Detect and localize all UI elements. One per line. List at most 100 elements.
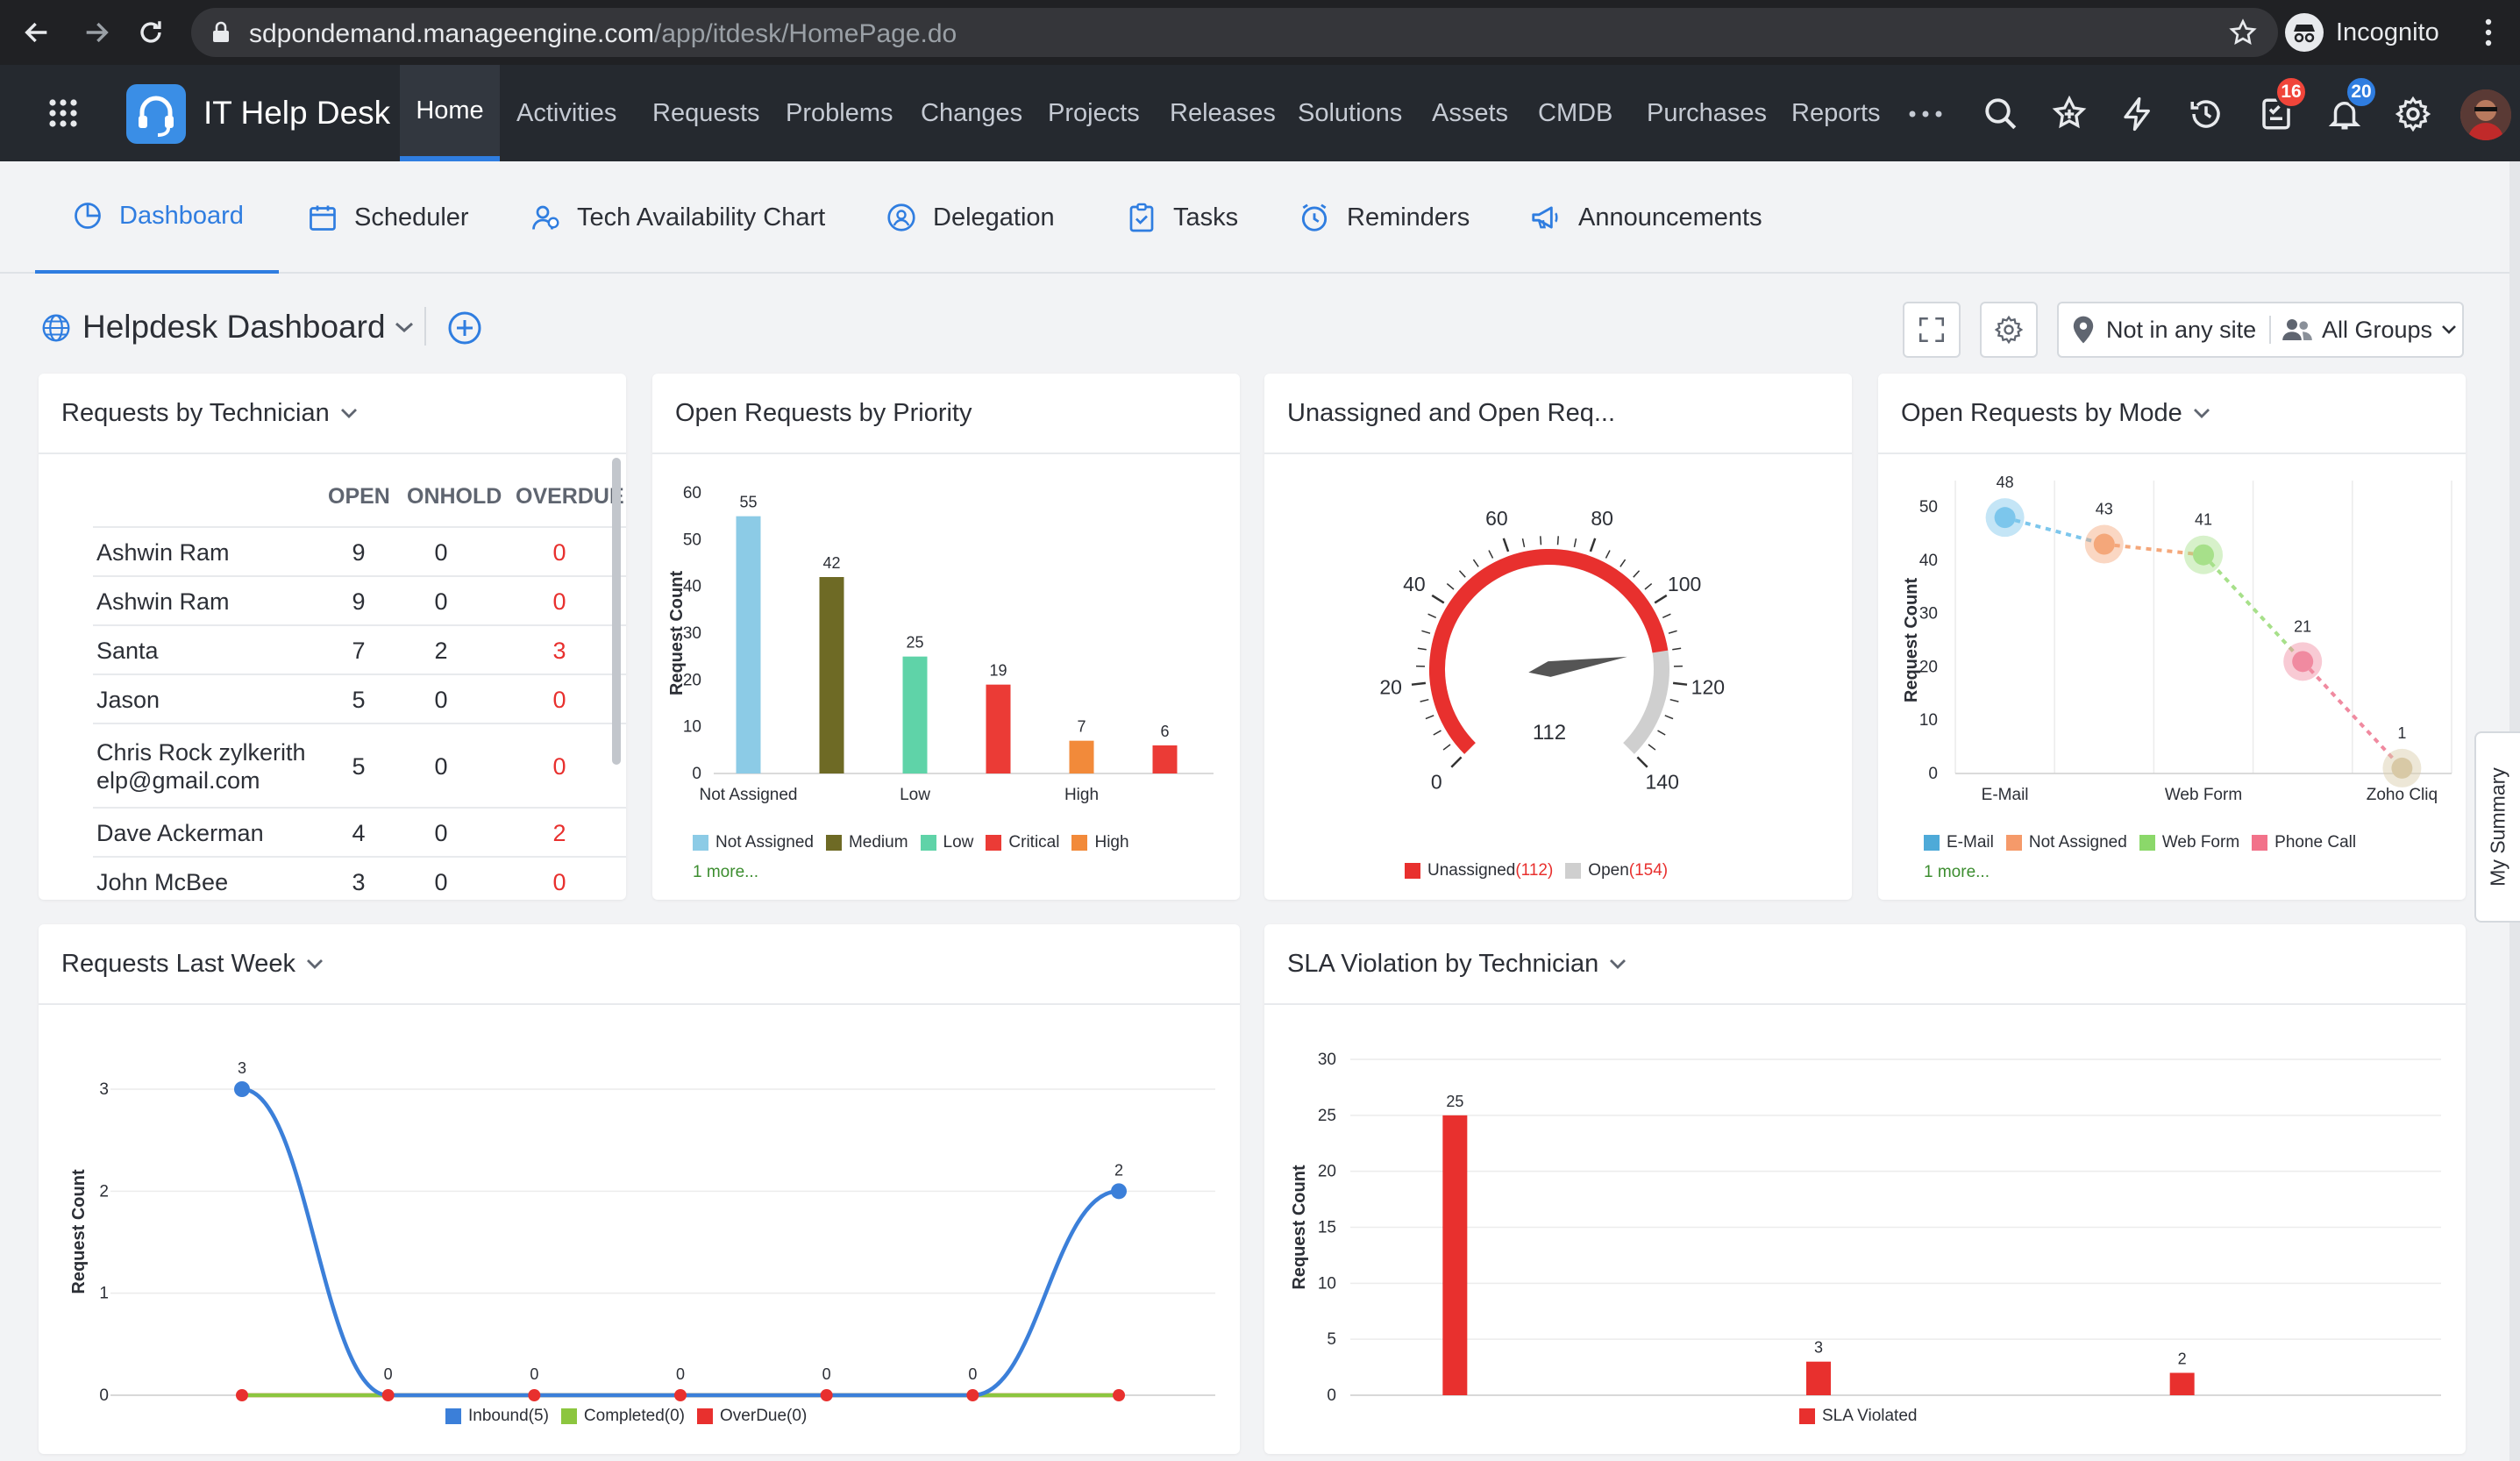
widget-header[interactable]: Requests by Technician: [39, 374, 626, 454]
legend-item[interactable]: Low: [920, 833, 973, 852]
nav-cmdb[interactable]: CMDB: [1538, 65, 1612, 161]
legend-item[interactable]: Critical: [986, 833, 1059, 852]
y-tick-label: 60: [683, 484, 701, 502]
app-launcher-icon[interactable]: [40, 90, 86, 136]
tab-dashboard[interactable]: Dashboard: [35, 161, 279, 274]
legend-item[interactable]: Unassigned (112): [1405, 861, 1553, 880]
gauge-tick-label: 80: [1591, 507, 1613, 530]
fullscreen-button[interactable]: [1903, 302, 1961, 358]
technician-name[interactable]: John McBee: [96, 858, 314, 903]
table-row[interactable]: Jason 5 0 0: [93, 673, 626, 723]
widget-open-requests-by-mode: Open Requests by Mode 0 10 20 30 40 50 Request…: [1878, 374, 2466, 900]
table-row[interactable]: Dave Ackerman 4 0 2: [93, 807, 626, 856]
nav-purchases[interactable]: Purchases: [1647, 65, 1767, 161]
legend-item[interactable]: Inbound(5): [445, 1407, 549, 1426]
x-tick-label: Medium: [802, 803, 862, 805]
nav-problems[interactable]: Problems: [786, 65, 893, 161]
legend-item[interactable]: Web Form: [2139, 833, 2239, 852]
table-row[interactable]: Santa 7 2 3: [93, 624, 626, 673]
tab-scheduler[interactable]: Scheduler: [307, 161, 469, 274]
legend-item[interactable]: Phone Call: [2252, 833, 2356, 852]
widget-header[interactable]: Requests Last Week: [39, 924, 1240, 1005]
search-icon[interactable]: [1978, 91, 2024, 137]
technician-name[interactable]: Dave Ackerman: [96, 809, 314, 858]
tab-announcements[interactable]: Announcements: [1529, 161, 1762, 274]
nav-projects[interactable]: Projects: [1048, 65, 1140, 161]
lock-icon: [213, 21, 229, 42]
technician-name[interactable]: Chris Rock zylkerithelp@gmail.com: [96, 724, 314, 809]
nav-requests[interactable]: Requests: [652, 65, 760, 161]
site-filter[interactable]: Not in any site: [2071, 303, 2256, 356]
my-summary-tab[interactable]: My Summary: [2474, 731, 2520, 923]
mode-more-link[interactable]: 1 more...: [1924, 863, 1990, 882]
legend-item[interactable]: Not Assigned: [2005, 833, 2127, 852]
reload-icon[interactable]: [133, 15, 168, 50]
quick-create-icon[interactable]: [2047, 91, 2092, 137]
dashboard-selector[interactable]: Helpdesk Dashboard: [82, 307, 414, 347]
nav-changes[interactable]: Changes: [921, 65, 1022, 161]
tab-tasks[interactable]: Tasks: [1126, 161, 1238, 274]
column-header-onhold[interactable]: ONHOLD: [407, 467, 502, 526]
data-label: 1: [2397, 724, 2406, 742]
nav-reports[interactable]: Reports: [1791, 65, 1881, 161]
table-scrollbar[interactable]: [612, 458, 621, 765]
incognito-indicator[interactable]: Incognito: [2285, 11, 2439, 54]
unassigned-gauge-chart: 0 20 40 60 80 100 120 140 112: [1379, 507, 1725, 794]
column-header-overdue[interactable]: OVERDUE: [516, 467, 624, 526]
bar: [986, 684, 1011, 773]
legend-item[interactable]: Open (154): [1565, 861, 1668, 880]
legend-item[interactable]: OverDue(0): [697, 1407, 807, 1426]
y-tick-label: 40: [1919, 552, 1938, 570]
address-bar[interactable]: sdpondemand.manageengine.com/app/itdesk/…: [191, 8, 2278, 57]
bookmark-star-icon[interactable]: [2229, 18, 2257, 46]
dashboard-settings-button[interactable]: [1980, 302, 2038, 358]
group-filter[interactable]: All Groups: [2282, 303, 2457, 356]
gauge-tick-label: 140: [1646, 771, 1679, 794]
legend-item[interactable]: High: [1071, 833, 1129, 852]
tab-delegation[interactable]: Delegation: [886, 161, 1055, 274]
table-row[interactable]: Ashwin Ram 9 0 0: [93, 526, 626, 575]
widget-header[interactable]: Unassigned and Open Req...: [1264, 374, 1852, 454]
tab-reminders[interactable]: Reminders: [1298, 161, 1470, 274]
table-row[interactable]: Chris Rock zylkerithelp@gmail.com 5 0 0: [93, 723, 626, 807]
lightning-icon[interactable]: [2115, 91, 2161, 137]
settings-gear-icon[interactable]: [2390, 91, 2436, 137]
add-dashboard-icon[interactable]: [447, 310, 482, 346]
history-icon[interactable]: [2183, 91, 2229, 137]
nav-releases[interactable]: Releases: [1170, 65, 1276, 161]
nav-home[interactable]: Home: [400, 65, 500, 161]
technician-name[interactable]: Ashwin Ram: [96, 577, 314, 626]
user-avatar[interactable]: [2460, 89, 2511, 140]
table-row[interactable]: John McBee 3 0 0: [93, 856, 626, 903]
widget-header[interactable]: Open Requests by Mode: [1878, 374, 2466, 454]
technician-name[interactable]: Ashwin Ram: [96, 528, 314, 577]
legend-item[interactable]: Medium: [825, 833, 908, 852]
widget-header[interactable]: Open Requests by Priority: [652, 374, 1240, 454]
browser-menu-icon[interactable]: [2471, 15, 2506, 50]
nav-assets[interactable]: Assets: [1432, 65, 1508, 161]
tasks-badge[interactable]: 16: [2274, 75, 2308, 109]
gauge-tick: [1431, 594, 1445, 604]
series-line: [241, 1087, 1120, 1398]
priority-more-link[interactable]: 1 more...: [693, 863, 758, 882]
table-row[interactable]: Ashwin Ram 9 0 0: [93, 575, 626, 624]
nav-activities[interactable]: Activities: [516, 65, 616, 161]
app-title[interactable]: IT Help Desk: [203, 65, 390, 161]
notifications-badge[interactable]: 20: [2345, 75, 2378, 109]
nav-solutions[interactable]: Solutions: [1298, 65, 1402, 161]
technician-name[interactable]: Jason: [96, 675, 314, 724]
tab-tech-availability[interactable]: Tech Availability Chart: [530, 161, 825, 274]
legend-item[interactable]: Completed(0): [560, 1407, 685, 1426]
legend-item[interactable]: Not Assigned: [693, 833, 814, 852]
legend-swatch: [2252, 835, 2268, 851]
back-icon[interactable]: [19, 15, 54, 50]
widget-header[interactable]: SLA Violation by Technician: [1264, 924, 2466, 1005]
column-header-open[interactable]: OPEN: [328, 467, 390, 526]
technician-name[interactable]: Santa: [96, 626, 314, 675]
legend-item[interactable]: E-Mail: [1924, 833, 1994, 852]
overdue-count: 0: [552, 868, 566, 895]
more-nav-icon[interactable]: [1903, 91, 1948, 137]
legend-item[interactable]: SLA Violated: [1799, 1407, 1917, 1426]
forward-icon[interactable]: [79, 15, 114, 50]
module-tabs: Dashboard Scheduler Tech Availability Ch…: [0, 161, 2520, 274]
